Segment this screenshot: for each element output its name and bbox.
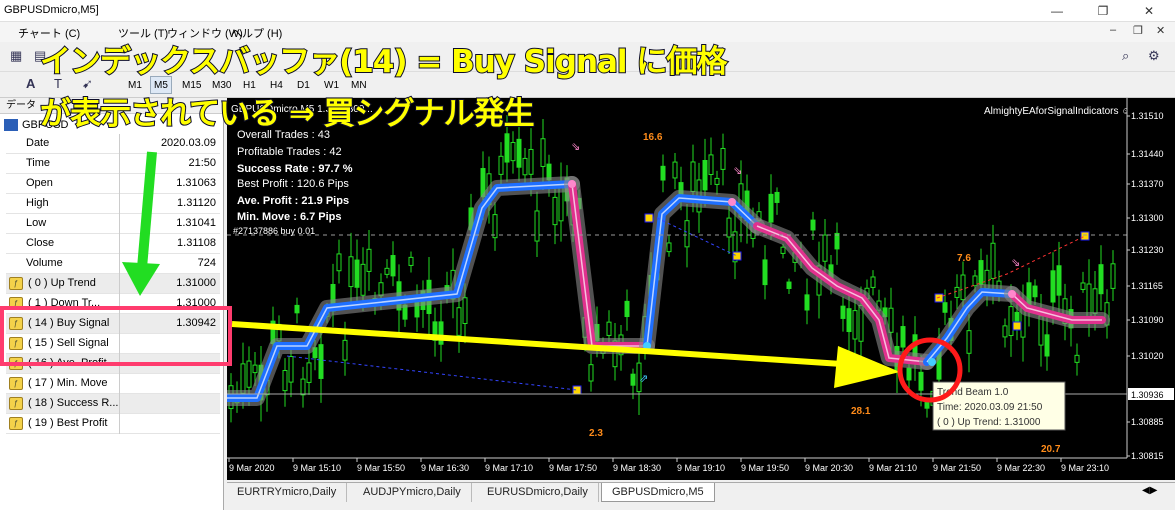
yellow-arrow-head (834, 346, 900, 388)
highlight-box (0, 306, 232, 366)
signal-circle (897, 337, 963, 403)
yellow-arrow-shaft (231, 321, 843, 367)
green-arrow-head (122, 262, 160, 296)
green-arrow-shaft (137, 151, 157, 269)
annotation-line2: が表示されている ⇒ 買シグナル発生 (39, 95, 536, 133)
annotation-line1: インデックスバッファ(14) = Buy Signal に価格 (39, 43, 728, 81)
